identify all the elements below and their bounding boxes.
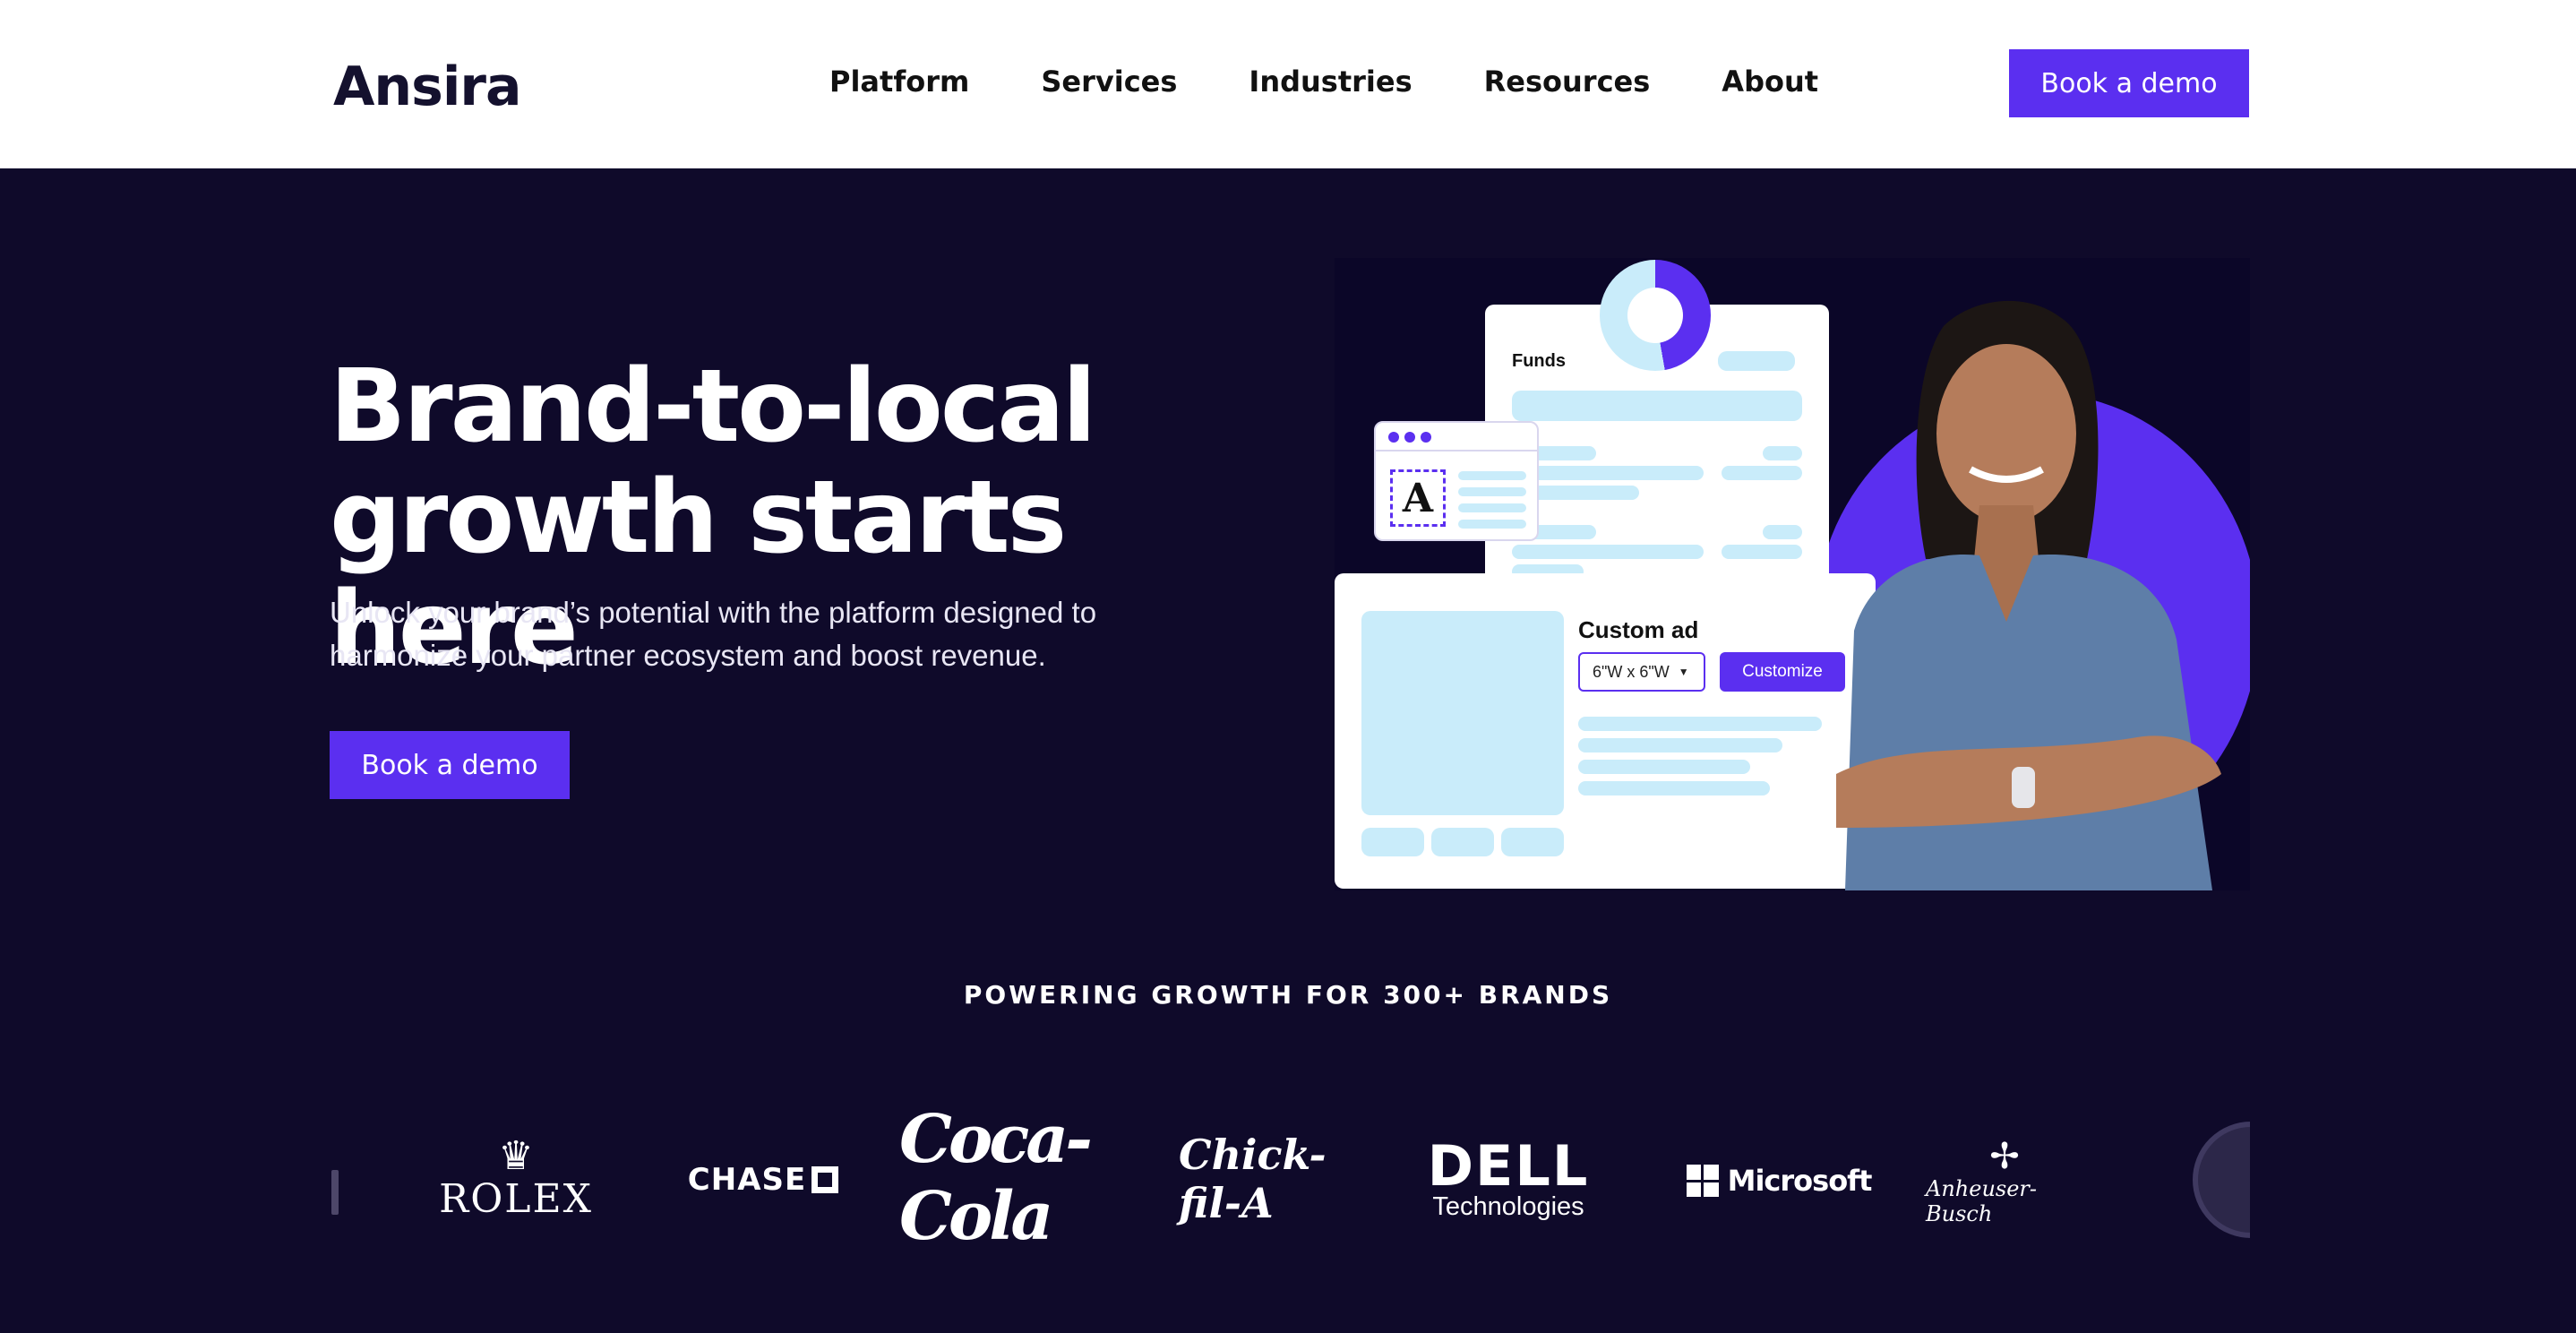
chick-fil-a-logo: Chick-fil-A xyxy=(1179,1131,1340,1227)
hero-illustration: Funds A Custom ad 6"W x 6"W ▼ Customize xyxy=(1335,258,2250,890)
microsoft-logo-text: Microsoft xyxy=(1727,1164,1873,1198)
window-dot-icon xyxy=(1404,432,1415,443)
funds-bar xyxy=(1512,391,1802,421)
coca-cola-logo-text: Coca-Cola xyxy=(899,1101,1093,1255)
brands-heading: POWERING GROWTH FOR 300+ BRANDS xyxy=(963,980,1613,1010)
font-card-titlebar xyxy=(1376,423,1537,452)
funds-label: Funds xyxy=(1512,351,1566,371)
dell-logo: DELL Technologies xyxy=(1428,1138,1588,1224)
nav-industries[interactable]: Industries xyxy=(1249,64,1412,99)
window-dot-icon xyxy=(1388,432,1399,443)
nav-about[interactable]: About xyxy=(1722,64,1818,99)
rolex-logo-text: ROLEX xyxy=(439,1175,593,1222)
funds-bar xyxy=(1763,525,1802,539)
font-card-bar xyxy=(1458,503,1526,512)
nav-platform[interactable]: Platform xyxy=(829,64,969,99)
hero-subtitle-line-2: harmonize your partner ecosystem and boo… xyxy=(330,639,1046,672)
chase-logo: CHASE xyxy=(684,1161,842,1199)
ad-text-bar xyxy=(1578,760,1750,774)
anheuser-busch-logo-text: Anheuser-Busch xyxy=(1926,1176,2038,1226)
ad-image-placeholder xyxy=(1361,611,1564,815)
funds-bar xyxy=(1763,446,1802,460)
font-card-bar xyxy=(1458,471,1526,480)
rolex-logo: ♛ ROLEX xyxy=(434,1134,598,1224)
donut-hole xyxy=(1627,288,1683,343)
eagle-icon: ✢ xyxy=(1989,1137,2020,1176)
dell-logo-text: DELL xyxy=(1427,1133,1590,1199)
dell-logo-subtext: Technologies xyxy=(1432,1192,1584,1221)
funds-bar xyxy=(1718,351,1795,371)
caret-down-icon: ▼ xyxy=(1678,666,1689,678)
chase-logo-text: CHASE xyxy=(687,1162,807,1198)
carousel-edge-mask xyxy=(2250,1102,2576,1263)
window-dot-icon xyxy=(1421,432,1431,443)
windows-grid-icon xyxy=(1686,1165,1719,1197)
nav-resources[interactable]: Resources xyxy=(1484,64,1651,99)
partial-logo-left xyxy=(331,1170,339,1215)
custom-ad-card: Custom ad 6"W x 6"W ▼ Customize xyxy=(1335,573,1876,889)
ad-thumbnail xyxy=(1361,828,1424,856)
custom-ad-title: Custom ad xyxy=(1578,616,1699,643)
main-nav: Platform Services Industries Resources A… xyxy=(829,64,1890,99)
donut-chart-icon xyxy=(1600,260,1711,371)
funds-bar xyxy=(1512,466,1704,480)
ad-text-bar xyxy=(1578,717,1822,731)
coca-cola-logo: Coca-Cola xyxy=(899,1101,1123,1255)
woman-portrait-image xyxy=(1836,300,2221,890)
anheuser-busch-logo: ✢ Anheuser-Busch xyxy=(1926,1137,2083,1226)
crown-icon: ♛ xyxy=(498,1133,534,1178)
funds-bar xyxy=(1722,466,1802,480)
font-card-bar xyxy=(1458,487,1526,496)
header-book-demo-button[interactable]: Book a demo xyxy=(2009,49,2249,117)
ad-text-bar xyxy=(1578,738,1782,752)
funds-bar xyxy=(1722,545,1802,559)
ansira-logo[interactable]: Ansira xyxy=(333,56,522,118)
font-letter: A xyxy=(1402,475,1434,521)
ad-thumbnail xyxy=(1501,828,1564,856)
ad-text-bar xyxy=(1578,781,1770,796)
nav-services[interactable]: Services xyxy=(1041,64,1177,99)
ad-size-select: 6"W x 6"W ▼ xyxy=(1578,652,1705,692)
chase-octagon-icon xyxy=(811,1166,839,1193)
ad-size-value: 6"W x 6"W xyxy=(1593,662,1670,681)
hero-subtitle-line-1: Unlock your brand’s potential with the p… xyxy=(330,596,1097,629)
font-card: A xyxy=(1374,421,1539,541)
site-header: Ansira Platform Services Industries Reso… xyxy=(0,0,2576,168)
customize-button: Customize xyxy=(1720,652,1845,692)
hero-book-demo-button[interactable]: Book a demo xyxy=(330,731,570,799)
hero-subtitle: Unlock your brand’s potential with the p… xyxy=(330,591,1189,677)
chick-fil-a-logo-text: Chick-fil-A xyxy=(1179,1131,1327,1227)
microsoft-logo: Microsoft xyxy=(1677,1163,1881,1199)
font-card-bar xyxy=(1458,520,1526,529)
font-selection-box: A xyxy=(1390,469,1446,527)
ad-thumbnail xyxy=(1431,828,1494,856)
funds-bar xyxy=(1512,545,1704,559)
hero-title-line-1: Brand-to-local xyxy=(330,348,1096,465)
